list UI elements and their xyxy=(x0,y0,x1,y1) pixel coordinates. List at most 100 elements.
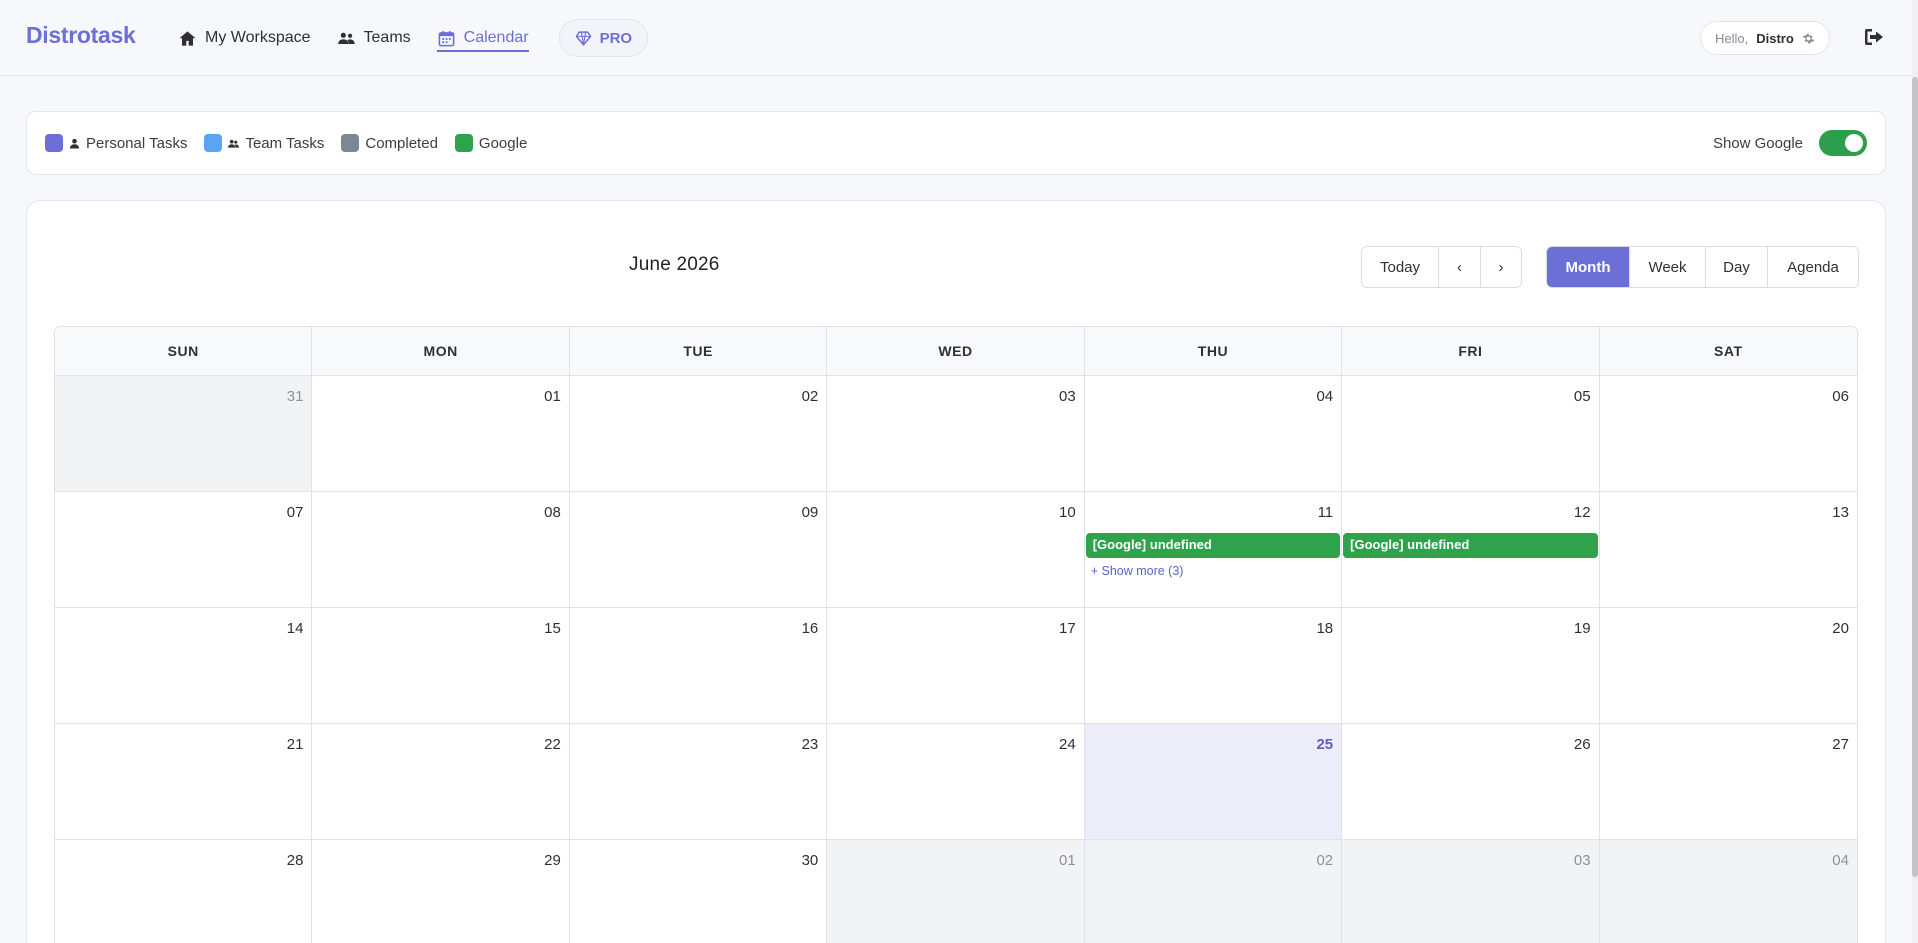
day-number[interactable]: 01 xyxy=(829,852,1076,869)
day-cell[interactable]: 01 xyxy=(312,376,570,491)
calendar-icon xyxy=(438,30,455,46)
today-button[interactable]: Today xyxy=(1362,247,1439,287)
day-number[interactable]: 05 xyxy=(1344,388,1591,405)
day-cell[interactable]: 13 xyxy=(1600,492,1857,607)
weeks-container: 31 01 02 03 04 05 06 07 08 09 10 11 [Google] undefin… xyxy=(55,376,1857,943)
day-cell[interactable]: 17 xyxy=(827,608,1085,723)
day-cell[interactable]: 30 xyxy=(570,840,828,943)
day-number[interactable]: 31 xyxy=(57,388,304,405)
day-cell[interactable]: 31 xyxy=(55,376,313,491)
view-week-button[interactable]: Week xyxy=(1630,247,1706,287)
day-cell[interactable]: 05 xyxy=(1342,376,1600,491)
gear-icon[interactable] xyxy=(1802,32,1815,45)
day-cell[interactable]: 01 xyxy=(827,840,1085,943)
day-number[interactable]: 26 xyxy=(1344,736,1591,753)
day-number[interactable]: 15 xyxy=(314,620,561,637)
legend-completed: Completed xyxy=(341,134,438,152)
day-number[interactable]: 02 xyxy=(572,388,819,405)
day-number[interactable]: 12 xyxy=(1344,504,1591,521)
day-number[interactable]: 04 xyxy=(1602,852,1849,869)
day-cell-today[interactable]: 25 xyxy=(1084,724,1343,839)
day-cell[interactable]: 10 xyxy=(827,492,1085,607)
day-number[interactable]: 14 xyxy=(57,620,304,637)
brand-logo[interactable]: Distrotask xyxy=(26,22,136,49)
nav-calendar[interactable]: Calendar xyxy=(436,29,529,52)
day-number[interactable]: 13 xyxy=(1602,504,1849,521)
day-cell[interactable]: 14 xyxy=(55,608,313,723)
view-month-button[interactable]: Month xyxy=(1547,247,1630,287)
day-number[interactable]: 22 xyxy=(314,736,561,753)
pro-button[interactable]: PRO xyxy=(558,19,649,57)
day-cell[interactable]: 28 xyxy=(55,840,313,943)
day-cell[interactable]: 02 xyxy=(570,376,828,491)
day-cell[interactable]: 15 xyxy=(312,608,570,723)
day-cell[interactable]: 03 xyxy=(827,376,1085,491)
day-number[interactable]: 08 xyxy=(314,504,561,521)
day-number[interactable]: 03 xyxy=(829,388,1076,405)
day-number[interactable]: 03 xyxy=(1344,852,1591,869)
day-number[interactable]: 01 xyxy=(314,388,561,405)
week-row: 28 29 30 01 02 03 04 xyxy=(55,840,1857,943)
day-cell[interactable]: 12 [Google] undefined xyxy=(1342,492,1600,607)
scrollbar-thumb[interactable] xyxy=(1912,77,1918,877)
logout-icon[interactable] xyxy=(1862,25,1886,49)
day-number[interactable]: 30 xyxy=(572,852,819,869)
day-cell[interactable]: 06 xyxy=(1600,376,1857,491)
show-google-toggle[interactable] xyxy=(1819,130,1867,156)
view-day-button[interactable]: Day xyxy=(1706,247,1768,287)
google-event[interactable]: [Google] undefined xyxy=(1343,533,1598,558)
day-number[interactable]: 17 xyxy=(829,620,1076,637)
show-more-link[interactable]: + Show more (3) xyxy=(1091,564,1184,578)
day-cell[interactable]: 18 xyxy=(1085,608,1343,723)
week-row: 07 08 09 10 11 [Google] undefined + Show more … xyxy=(55,492,1857,608)
day-number[interactable]: 18 xyxy=(1087,620,1333,637)
day-cell[interactable]: 26 xyxy=(1342,724,1600,839)
day-number[interactable]: 29 xyxy=(314,852,561,869)
day-number[interactable]: 02 xyxy=(1087,852,1333,869)
day-cell[interactable]: 29 xyxy=(312,840,570,943)
user-menu[interactable]: Hello, Distro xyxy=(1700,21,1830,55)
nav-my-workspace[interactable]: My Workspace xyxy=(178,29,311,48)
day-number[interactable]: 16 xyxy=(572,620,819,637)
day-cell[interactable]: 21 xyxy=(55,724,313,839)
day-cell[interactable]: 09 xyxy=(570,492,828,607)
view-agenda-button[interactable]: Agenda xyxy=(1768,247,1858,287)
nav-teams[interactable]: Teams xyxy=(337,29,411,48)
day-number[interactable]: 24 xyxy=(829,736,1076,753)
day-number[interactable]: 10 xyxy=(829,504,1076,521)
day-number[interactable]: 04 xyxy=(1087,388,1333,405)
day-cell[interactable]: 22 xyxy=(312,724,570,839)
day-cell[interactable]: 11 [Google] undefined + Show more (3) xyxy=(1085,492,1343,607)
day-number[interactable]: 27 xyxy=(1602,736,1849,753)
day-cell[interactable]: 03 xyxy=(1342,840,1600,943)
day-number[interactable]: 06 xyxy=(1602,388,1849,405)
next-button[interactable]: › xyxy=(1481,247,1521,287)
day-number[interactable]: 19 xyxy=(1344,620,1591,637)
day-number[interactable]: 25 xyxy=(1087,736,1333,753)
day-cell[interactable]: 20 xyxy=(1600,608,1857,723)
day-number[interactable]: 21 xyxy=(57,736,304,753)
day-cell[interactable]: 08 xyxy=(312,492,570,607)
day-cell[interactable]: 24 xyxy=(827,724,1085,839)
day-cell[interactable]: 19 xyxy=(1342,608,1600,723)
day-cell[interactable]: 27 xyxy=(1600,724,1857,839)
day-number[interactable]: 11 xyxy=(1087,504,1334,521)
day-cell[interactable]: 04 xyxy=(1599,840,1857,943)
day-number[interactable]: 07 xyxy=(57,504,304,521)
prev-button[interactable]: ‹ xyxy=(1439,247,1481,287)
pro-label: PRO xyxy=(599,29,633,47)
legend-swatch xyxy=(45,134,63,152)
day-number[interactable]: 23 xyxy=(572,736,819,753)
day-cell[interactable]: 02 xyxy=(1084,840,1343,943)
page-scrollbar[interactable] xyxy=(1912,0,1918,943)
day-number[interactable]: 28 xyxy=(57,852,304,869)
weekday-thu: THU xyxy=(1085,327,1343,375)
day-number[interactable]: 20 xyxy=(1602,620,1849,637)
day-cell[interactable]: 16 xyxy=(570,608,828,723)
day-cell[interactable]: 04 xyxy=(1085,376,1343,491)
google-event[interactable]: [Google] undefined xyxy=(1085,533,1341,558)
legend-label: Team Tasks xyxy=(245,134,325,152)
day-cell[interactable]: 07 xyxy=(55,492,313,607)
day-number[interactable]: 09 xyxy=(572,504,819,521)
day-cell[interactable]: 23 xyxy=(570,724,828,839)
